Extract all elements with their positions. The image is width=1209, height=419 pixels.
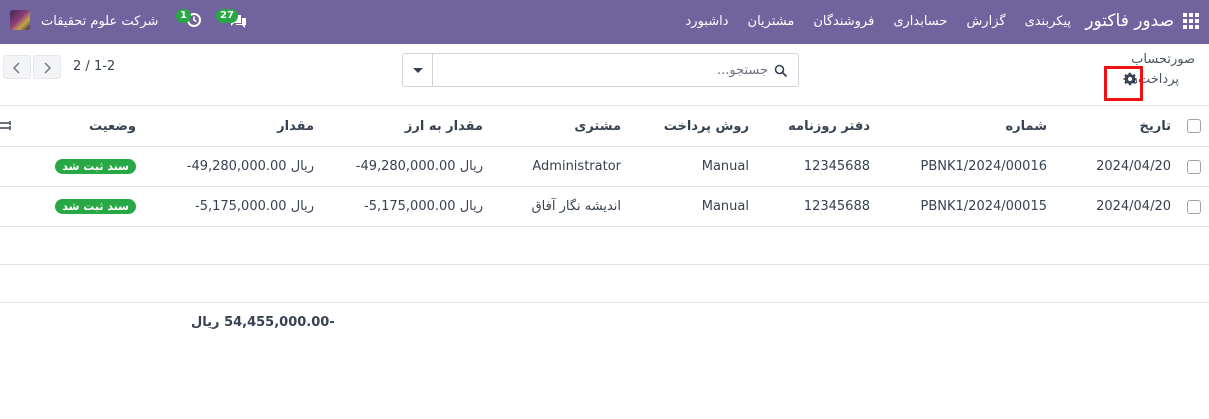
- pager-value[interactable]: 2 / 1-2: [73, 59, 115, 74]
- activity-button[interactable]: 1: [176, 9, 204, 33]
- search-options-dropdown[interactable]: [403, 54, 433, 86]
- cell-payment-method: Manual: [701, 199, 749, 214]
- table-row[interactable]: 2024/04/20 PBNK1/2024/00016 12345688 Man…: [0, 146, 1209, 186]
- cell-amount: -5,175,000.00 ریال: [195, 199, 314, 214]
- cell-status: سند ثبت شد: [55, 147, 136, 186]
- menu-item-dashboard[interactable]: داشبورد: [686, 14, 729, 29]
- search-input[interactable]: [434, 54, 774, 86]
- column-header-amount-currency[interactable]: مقدار به ارز: [405, 106, 483, 146]
- column-header-payment-method[interactable]: روش پرداخت: [664, 106, 749, 146]
- optional-columns-icon[interactable]: [0, 120, 12, 132]
- table-header: تاریخ شماره دفتر روزنامه روش پرداخت مشتر…: [0, 105, 1209, 146]
- apps-menu-icon[interactable]: [1183, 13, 1199, 29]
- row-checkbox[interactable]: [1187, 200, 1201, 214]
- cell-journal: 12345688: [803, 199, 870, 214]
- cell-journal: 12345688: [803, 159, 870, 174]
- messages-button[interactable]: 27: [216, 9, 250, 33]
- menu-item-reporting[interactable]: گزارش: [966, 14, 1005, 29]
- empty-row: [0, 264, 1209, 302]
- pager-next-button[interactable]: [33, 55, 61, 79]
- cell-number: PBNK1/2024/00015: [920, 199, 1047, 214]
- top-navbar: صدور فاکتور داشبورد مشتریان فروشندگان حس…: [0, 0, 1209, 44]
- row-checkbox[interactable]: [1187, 160, 1201, 174]
- pager-separator: /: [85, 59, 90, 74]
- empty-row: [0, 226, 1209, 264]
- cell-customer: Administrator: [532, 159, 621, 174]
- activity-badge: 1: [176, 9, 191, 23]
- column-header-amount[interactable]: مقدار: [277, 106, 314, 146]
- messages-badge: 27: [216, 9, 238, 23]
- search-icon[interactable]: [774, 64, 788, 78]
- cell-status: سند ثبت شد: [55, 187, 136, 226]
- column-header-number[interactable]: شماره: [1005, 106, 1047, 146]
- company-name[interactable]: شرکت علوم تحقیقات: [41, 14, 158, 29]
- cell-amount: -49,280,000.00 ریال: [186, 159, 314, 174]
- cell-date: 2024/04/20: [1096, 199, 1171, 214]
- column-header-date[interactable]: تاریخ: [1140, 106, 1172, 146]
- cell-date: 2024/04/20: [1096, 159, 1171, 174]
- main-menu: داشبورد مشتریان فروشندگان حسابداری گزارش…: [686, 14, 1071, 29]
- cell-payment-method: Manual: [701, 159, 749, 174]
- column-header-status[interactable]: وضعیت: [89, 106, 136, 146]
- pager-total: 2: [73, 59, 82, 74]
- select-all-checkbox[interactable]: [1187, 119, 1201, 133]
- app-title[interactable]: صدور فاکتور: [1085, 11, 1174, 31]
- cell-amount-currency: -49,280,000.00 ریال: [355, 159, 483, 174]
- cell-customer: اندیشه نگار آفاق: [531, 199, 621, 214]
- status-badge: سند ثبت شد: [55, 199, 136, 214]
- chevron-left-icon: [13, 62, 20, 74]
- table-footer-divider: [0, 302, 1209, 303]
- highlight-box: [1104, 66, 1143, 101]
- search-bar: [402, 53, 799, 87]
- company-logo[interactable]: [10, 10, 30, 30]
- breadcrumb-parent[interactable]: صورتحساب: [1131, 52, 1195, 67]
- cell-number: PBNK1/2024/00016: [920, 159, 1047, 174]
- amount-total: -54,455,000.00 ریال: [191, 315, 335, 330]
- column-header-customer[interactable]: مشتری: [574, 106, 621, 146]
- table-row[interactable]: 2024/04/20 PBNK1/2024/00015 12345688 Man…: [0, 186, 1209, 226]
- chevron-right-icon: [44, 62, 51, 74]
- status-badge: سند ثبت شد: [55, 159, 136, 174]
- pager-range: 1-2: [93, 59, 116, 74]
- pager-previous-button[interactable]: [3, 55, 31, 79]
- menu-item-vendors[interactable]: فروشندگان: [813, 14, 874, 29]
- menu-item-accounting[interactable]: حسابداری: [893, 14, 947, 29]
- menu-item-configuration[interactable]: پیکربندی: [1025, 14, 1071, 29]
- column-header-journal[interactable]: دفتر روزنامه: [788, 106, 870, 146]
- menu-item-customers[interactable]: مشتریان: [748, 14, 795, 29]
- cell-amount-currency: -5,175,000.00 ریال: [364, 199, 483, 214]
